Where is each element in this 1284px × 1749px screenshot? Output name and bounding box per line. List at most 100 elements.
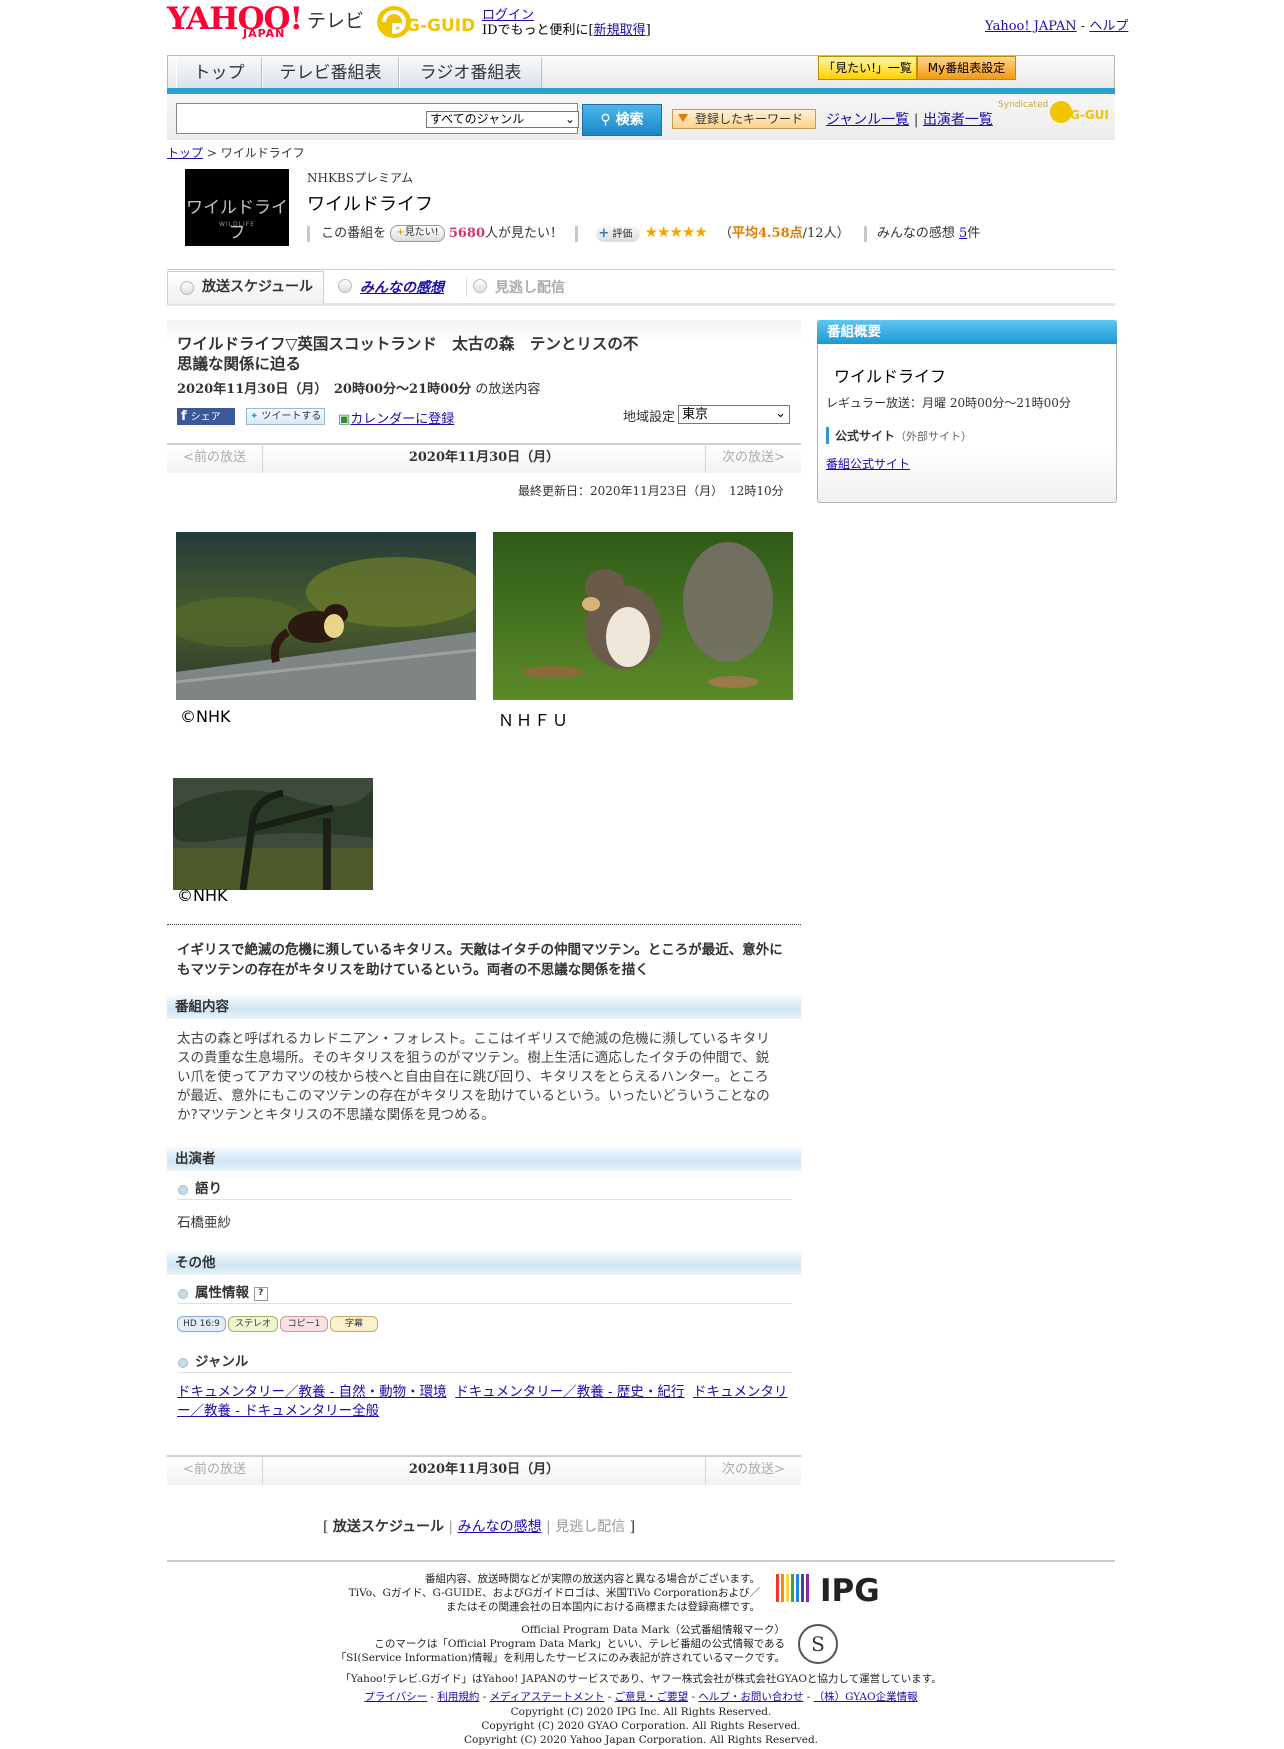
- bottom-nav-missed[interactable]: 見逃し配信: [555, 1519, 625, 1535]
- help-icon[interactable]: ?: [253, 1286, 268, 1301]
- badge-subtitle: 字幕: [330, 1316, 378, 1332]
- want-list-button[interactable]: 「見たい!」一覧: [818, 56, 917, 80]
- rating-button-label: 評価: [612, 228, 633, 240]
- next-broadcast-link[interactable]: 次の放送>: [705, 1457, 801, 1485]
- official-site-link[interactable]: 番組公式サイト: [826, 455, 910, 472]
- tab-schedule-label: 放送スケジュール: [202, 279, 314, 295]
- bottom-nav: [ 放送スケジュール | みんなの感想 | 見逃し配信 ]: [323, 1516, 635, 1536]
- tab-missed[interactable]: 見逃し配信: [466, 277, 565, 297]
- keyword-button[interactable]: 登録したキーワード: [672, 109, 816, 129]
- cast-list-link[interactable]: 出演者一覧: [923, 112, 993, 128]
- plus-icon: +: [598, 225, 610, 241]
- search-button[interactable]: ⚲ 検索: [582, 104, 662, 136]
- nav-tab-tv-schedule[interactable]: テレビ番組表: [262, 58, 399, 89]
- facebook-share-button[interactable]: f シェア: [177, 408, 235, 425]
- tv-label: テレビ: [307, 10, 365, 32]
- help-link[interactable]: ヘルプ: [1089, 19, 1128, 34]
- this-program-label: この番組を: [321, 226, 387, 241]
- tab-impressions[interactable]: みんなの感想: [336, 277, 444, 297]
- sidebar-head: 番組概要: [817, 320, 1117, 344]
- section-cast-head: 出演者: [167, 1147, 801, 1171]
- genre-link-nature[interactable]: ドキュメンタリー／教養 - 自然・動物・環境: [177, 1384, 447, 1400]
- footer-links: プライバシー - 利用規約 - メディアステートメント - ご意見・ご要望 - …: [364, 1691, 918, 1703]
- nav-tab-top[interactable]: トップ: [176, 58, 262, 89]
- breadcrumb-current: ワイルドライフ: [220, 146, 305, 160]
- chevron-down-icon: ⌄: [564, 112, 575, 126]
- prev-broadcast-link[interactable]: <前の放送: [167, 1457, 263, 1485]
- search-link-divider: |: [913, 112, 919, 128]
- narrator-name: 石橋亜紗: [177, 1215, 231, 1231]
- header-links: Yahoo! JAPAN - ヘルプ: [985, 15, 1128, 34]
- footer-link-gyao[interactable]: （株）GYAO企業情報: [814, 1691, 918, 1703]
- nav-tab-radio-schedule[interactable]: ラジオ番組表: [399, 58, 542, 89]
- new-account-link[interactable]: 新規取得: [594, 23, 646, 38]
- tweet-button[interactable]: ✦ ツイートする: [246, 408, 325, 425]
- program-stats: この番組を +見たい! 5680人が見たい！ + 評価 ★★★★★ （平均4.5…: [307, 222, 981, 242]
- badge-hd: HD 16:9: [177, 1316, 226, 1332]
- calendar-register-link: カレンダーに登録: [350, 412, 455, 427]
- footer-link-media[interactable]: メディアステートメント: [490, 1691, 605, 1703]
- next-broadcast-link[interactable]: 次の放送>: [705, 445, 801, 473]
- photo-caption-3: ©NHK: [177, 886, 228, 905]
- rating-average: 平均4.58点: [731, 226, 803, 241]
- photo-caption-1: ©NHK: [180, 707, 231, 726]
- broadcast-date: 2020年11月30日（月） 20時00分～21時00分 の放送内容: [177, 378, 540, 397]
- tab-impressions-label: みんなの感想: [360, 280, 444, 296]
- genre-list-link[interactable]: ジャンル一覧: [826, 112, 909, 128]
- syndicated-gguide-logo: G-GUIDE: [1050, 100, 1127, 128]
- ipg-logo: IPG: [776, 1571, 884, 1609]
- copyright-gyao: Copyright (C) 2020 GYAO Corporation. All…: [481, 1720, 801, 1732]
- footer-copyright: Copyright (C) 2020 IPG Inc. All Rights R…: [167, 1705, 1115, 1747]
- footer-link-privacy[interactable]: プライバシー: [364, 1691, 427, 1703]
- want-button[interactable]: +見たい!: [390, 225, 445, 242]
- rating-stars: ★★★★★: [644, 223, 708, 241]
- episode-summary: イギリスで絶滅の危機に瀕しているキタリス。天敵はイタチの仲間マツテン。ところが最…: [177, 942, 783, 978]
- chevron-right-icon: [473, 279, 487, 293]
- want-button-label: 見たい!: [404, 227, 439, 238]
- gguide-logo-text: G-GUIDE: [406, 16, 476, 36]
- yahoo-japan-link[interactable]: Yahoo! JAPAN: [985, 19, 1077, 34]
- footer-link-terms[interactable]: 利用規約: [437, 1691, 479, 1703]
- broadcast-date-value: 2020年11月30日（月） 20時00分～21時00分: [177, 382, 472, 397]
- thumbnail-title: ワイルドライフ: [186, 198, 288, 243]
- tab-schedule[interactable]: 放送スケジュール: [167, 271, 324, 304]
- facebook-share-label: シェア: [190, 412, 221, 423]
- my-settings-button[interactable]: My番組表設定: [917, 56, 1016, 80]
- photo-forest: [173, 778, 373, 891]
- badge-copy: コピー1: [280, 1316, 328, 1332]
- footer-link-feedback[interactable]: ご意見・ご要望: [615, 1691, 689, 1703]
- genre-select-value: すべてのジャンル: [430, 112, 525, 126]
- calendar-register[interactable]: ▣カレンダーに登録: [338, 408, 454, 427]
- genre-select[interactable]: すべてのジャンル ⌄: [426, 111, 579, 128]
- channel-name: NHKBSプレミアム: [307, 171, 414, 185]
- bottom-nav-schedule[interactable]: 放送スケジュール: [333, 1519, 444, 1535]
- tab-missed-label: 見逃し配信: [495, 280, 565, 296]
- genre-subhead: ジャンル: [177, 1351, 792, 1373]
- breadcrumb-top[interactable]: トップ: [167, 146, 203, 160]
- genre-link-history[interactable]: ドキュメンタリー／教養 - 歴史・紀行: [455, 1384, 684, 1400]
- rating-count: /12人）: [802, 226, 850, 241]
- bottom-nav-impressions[interactable]: みんなの感想: [458, 1519, 542, 1535]
- impressions-unit: 件: [967, 226, 981, 241]
- search-links: ジャンル一覧 | 出演者一覧: [826, 109, 993, 129]
- official-site-label: 公式サイト: [835, 429, 896, 443]
- prev-broadcast-link[interactable]: <前の放送: [167, 445, 263, 473]
- footer-link-help[interactable]: ヘルプ・お問い合わせ: [698, 1691, 803, 1703]
- region-select-value: 東京: [682, 407, 709, 422]
- thumbnail-subtitle: WILDLIFE: [218, 221, 256, 228]
- photo-squirrel: [493, 532, 793, 700]
- section-other-head: その他: [167, 1251, 801, 1275]
- want-suffix: 人が見たい！: [485, 226, 564, 241]
- gguide-logo[interactable]: G-GUIDE: [376, 4, 487, 40]
- last-updated: 最終更新日：2020年11月23日（月） 12時10分: [518, 484, 784, 498]
- broadcast-date-suffix: の放送内容: [475, 382, 541, 397]
- official-program-mark-icon: S: [798, 1624, 838, 1664]
- program-thumbnail: ワイルドライフ WILDLIFE: [185, 169, 289, 246]
- plus-icon: +: [396, 227, 405, 238]
- id-promo-text: IDでもっと便利に[: [482, 23, 594, 38]
- sidebar-box: [817, 320, 1117, 503]
- search-icon: ⚲: [600, 112, 616, 128]
- footer-disclaimer: 番組内容、放送時間などが実際の放送内容と異なる場合がございます。 TiVo、Gガ…: [330, 1572, 760, 1614]
- region-select[interactable]: 東京 ⌄: [678, 405, 790, 424]
- rating-button[interactable]: + 評価: [596, 225, 641, 242]
